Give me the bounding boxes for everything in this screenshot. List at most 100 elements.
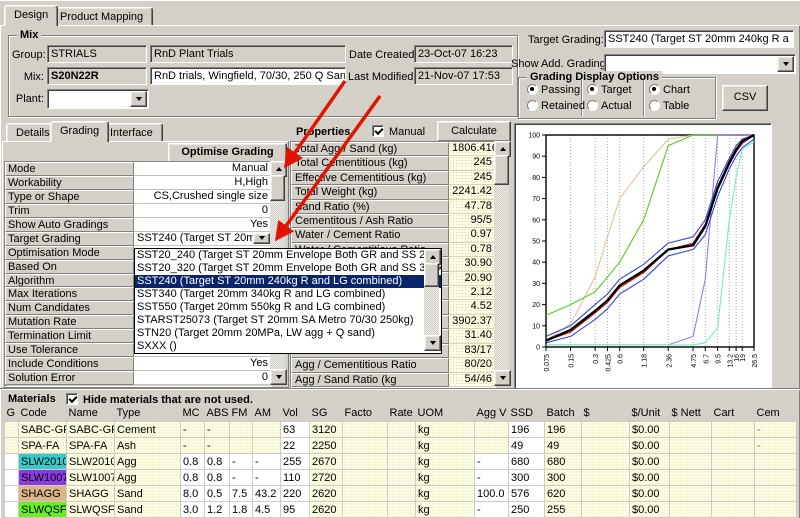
materials-column-header[interactable]: MC: [181, 407, 205, 422]
materials-cell-ssd[interactable]: 49: [509, 438, 545, 454]
materials-cell-aggv[interactable]: 100.0: [475, 486, 509, 502]
materials-column-header[interactable]: ABS: [205, 407, 230, 422]
materials-cell-mc[interactable]: 0.8: [181, 454, 205, 470]
properties-value[interactable]: 3902.37: [449, 315, 495, 329]
mix-code-field[interactable]: S20N22R: [47, 67, 147, 85]
radio-target[interactable]: [587, 84, 598, 95]
properties-scrollbar[interactable]: [494, 141, 509, 386]
materials-cell-vol[interactable]: 220: [281, 486, 310, 502]
properties-value[interactable]: 2.12: [449, 286, 495, 300]
dropdown-item[interactable]: SXXX (): [135, 340, 441, 353]
tab-interface[interactable]: Interface: [100, 123, 163, 142]
target-grading-dropdown-button[interactable]: [253, 233, 270, 244]
radio-retained[interactable]: [527, 100, 538, 111]
grading-grid-value[interactable]: Yes: [134, 357, 271, 371]
group-code-field[interactable]: STRIALS: [47, 45, 147, 63]
radio-actual[interactable]: [587, 100, 598, 111]
materials-column-header[interactable]: AM: [253, 407, 281, 422]
materials-cell-ssd[interactable]: 300: [509, 470, 545, 486]
properties-value[interactable]: 47.78: [449, 200, 495, 214]
materials-column-header[interactable]: G: [5, 407, 19, 422]
materials-cell-aggv[interactable]: -: [475, 454, 509, 470]
grading-grid-value[interactable]: 0: [134, 204, 271, 218]
materials-cell-ssd[interactable]: 196: [509, 422, 545, 438]
properties-value[interactable]: 83/17: [449, 344, 495, 358]
hide-materials-checkbox[interactable]: [66, 393, 78, 405]
materials-column-header[interactable]: SSD: [509, 407, 545, 422]
dropdown-item[interactable]: STN20 (Target 20mm 20MPa, LW agg + Q san…: [135, 327, 441, 340]
materials-column-header[interactable]: FM: [230, 407, 253, 422]
properties-value[interactable]: 4.52: [449, 300, 495, 314]
grading-grid-value[interactable]: 0: [134, 371, 271, 385]
dropdown-scrollbar[interactable]: [424, 249, 439, 351]
materials-cell-ssd[interactable]: 576: [509, 486, 545, 502]
dropdown-item[interactable]: SST240 (Target ST 20mm 240kg R and LG co…: [135, 275, 441, 288]
properties-value[interactable]: 95/5: [449, 214, 495, 228]
materials-cell-aggv[interactable]: -: [475, 502, 509, 518]
plant-dropdown-button[interactable]: [130, 91, 147, 107]
materials-cell-fm[interactable]: 1.8: [230, 502, 253, 518]
properties-value[interactable]: 2241.42: [449, 185, 495, 199]
properties-value[interactable]: 0.97: [449, 228, 495, 242]
radio-passing[interactable]: [527, 84, 538, 95]
radio-chart[interactable]: [649, 84, 660, 95]
scrollbar-thumb[interactable]: [270, 175, 285, 201]
materials-cell-vol[interactable]: 255: [281, 454, 310, 470]
dropdown-item[interactable]: SST550 (Target 20mm 550kg R and LG combi…: [135, 301, 441, 314]
properties-value[interactable]: 30.90: [449, 257, 495, 271]
materials-column-header[interactable]: Batch: [545, 407, 582, 422]
grading-grid-value[interactable]: Manual: [134, 162, 271, 176]
properties-value[interactable]: 54/46: [449, 373, 495, 387]
materials-cell-vol[interactable]: 63: [281, 422, 310, 438]
manual-checkbox[interactable]: [372, 125, 384, 137]
dropdown-item[interactable]: STARST25073 (Target ST 20mm SA Metro 70/…: [135, 314, 441, 327]
scrollbar-thumb[interactable]: [494, 155, 509, 185]
materials-column-header[interactable]: Name: [67, 407, 115, 422]
grading-grid-value[interactable]: Yes: [134, 218, 271, 232]
materials-column-header[interactable]: Agg V: [475, 407, 509, 422]
materials-column-header[interactable]: Code: [19, 407, 67, 422]
target-grading-dropdown-list[interactable]: SST20_240 (Target ST 20mm Envelope Both …: [134, 248, 442, 354]
materials-column-header[interactable]: $: [582, 407, 630, 422]
materials-cell-abs[interactable]: 0.8: [205, 470, 230, 486]
materials-cell-g[interactable]: [5, 454, 19, 470]
mix-desc-field[interactable]: RnD trials, Wingfield, 70/30, 250 Q Sand: [150, 67, 346, 85]
group-name-field[interactable]: RnD Plant Trials: [150, 45, 346, 63]
properties-value[interactable]: 1806.416: [449, 142, 495, 156]
materials-cell-g[interactable]: [5, 422, 19, 438]
tab-product-mapping[interactable]: Product Mapping: [50, 7, 153, 26]
properties-value[interactable]: 80/20: [449, 358, 495, 372]
properties-value[interactable]: 0.78: [449, 243, 495, 257]
materials-cell-vol[interactable]: 95: [281, 502, 310, 518]
materials-cell-mc[interactable]: 0.8: [181, 470, 205, 486]
materials-cell-aggv[interactable]: -: [475, 470, 509, 486]
materials-cell-am[interactable]: 4.5: [253, 502, 281, 518]
scroll-down-icon[interactable]: [270, 369, 287, 385]
materials-cell-mc[interactable]: 8.0: [181, 486, 205, 502]
properties-value[interactable]: 20.90: [449, 272, 495, 286]
dropdown-item[interactable]: SST340 (Target 20mm 340kg R and LG combi…: [135, 288, 441, 301]
materials-cell-ssd[interactable]: 250: [509, 502, 545, 518]
dropdown-item[interactable]: SST20_320 (Target ST 20mm Envelope Both …: [135, 262, 441, 275]
radio-table[interactable]: [649, 100, 660, 111]
dropdown-item[interactable]: SST20_240 (Target ST 20mm Envelope Both …: [135, 249, 441, 262]
tab-design[interactable]: Design: [4, 5, 58, 26]
materials-cell-g[interactable]: [5, 502, 19, 518]
materials-column-header[interactable]: UOM: [416, 407, 475, 422]
materials-cell-g[interactable]: [5, 486, 19, 502]
calculate-button[interactable]: Calculate: [437, 121, 511, 142]
materials-column-header[interactable]: SG: [310, 407, 343, 422]
scroll-down-icon[interactable]: [424, 335, 441, 351]
properties-value[interactable]: 245: [449, 171, 495, 185]
scrollbar-thumb[interactable]: [424, 263, 439, 287]
properties-value[interactable]: 245: [449, 156, 495, 170]
materials-column-header[interactable]: $/Unit: [630, 407, 670, 422]
materials-cell-abs[interactable]: 0.5: [205, 486, 230, 502]
materials-cell-am[interactable]: 43.2: [253, 486, 281, 502]
properties-value[interactable]: 31.40: [449, 329, 495, 343]
materials-cell-am[interactable]: -: [253, 470, 281, 486]
materials-column-header[interactable]: Type: [115, 407, 181, 422]
materials-cell-vol[interactable]: 110: [281, 470, 310, 486]
materials-column-header[interactable]: $ Nett: [670, 407, 712, 422]
materials-cell-abs[interactable]: 1.2: [205, 502, 230, 518]
